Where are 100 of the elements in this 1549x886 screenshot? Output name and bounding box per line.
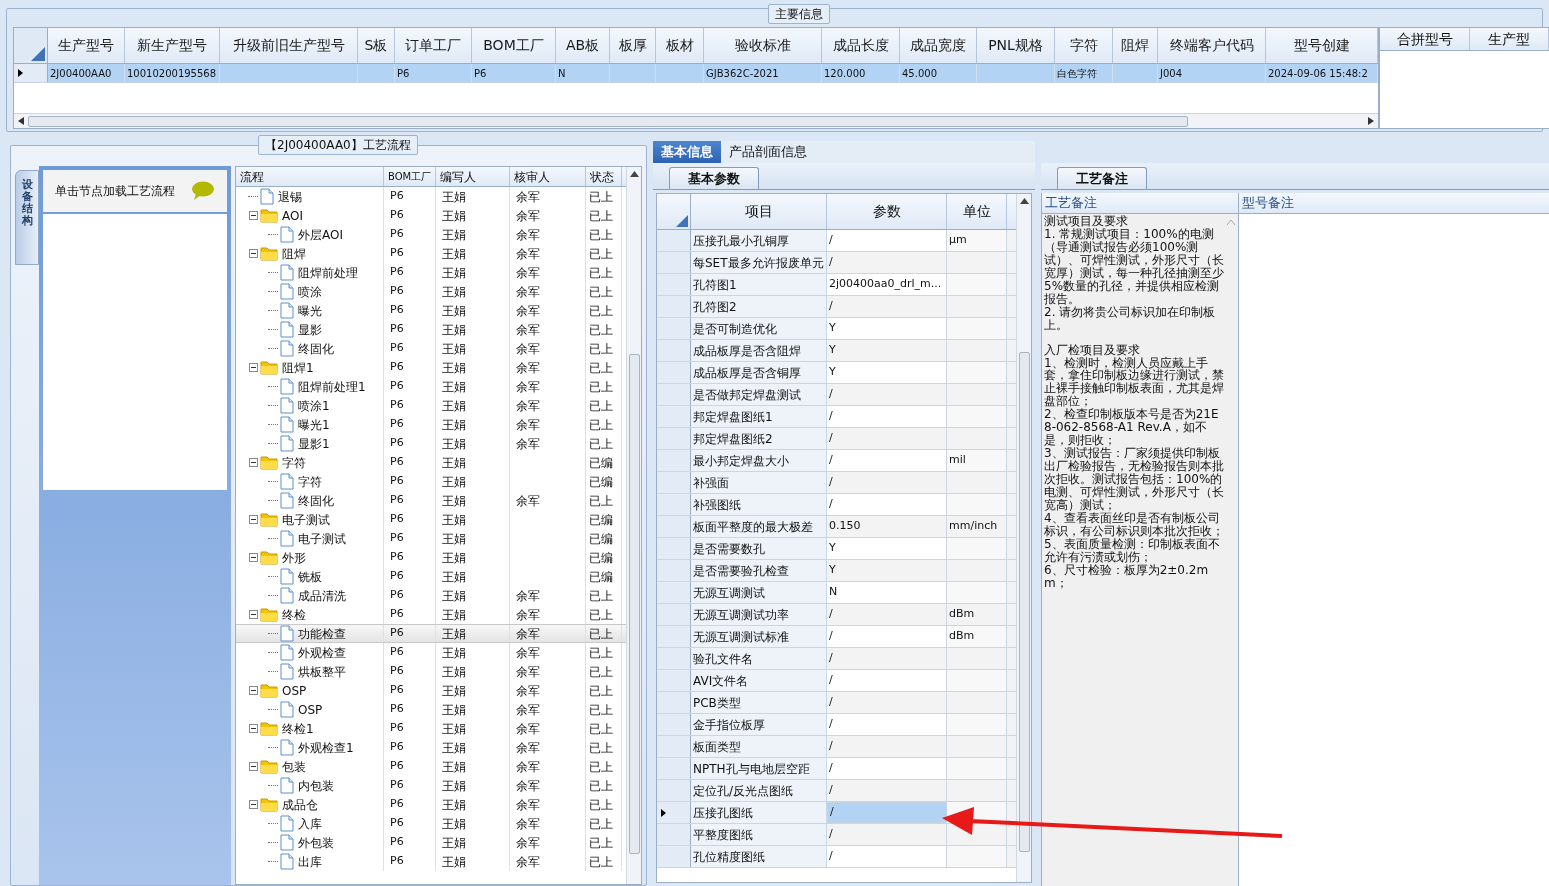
tree-row[interactable]: 字符 P6 王娟 已编 [236,453,626,472]
scroll-left-icon[interactable] [18,117,24,125]
column-header[interactable]: 单位 [947,194,1007,229]
column-header[interactable]: 成品长度 [822,28,900,63]
section-tab[interactable]: 基本参数 [669,167,759,189]
table-cell[interactable]: / [829,474,833,491]
column-header[interactable]: 验收标准 [704,28,822,63]
tree-row[interactable]: 终固化 P6 王娟 余军 已上 [236,339,626,358]
tree-row[interactable]: 字符 P6 王娟 已编 [236,472,626,491]
table-row[interactable]: 孔符图1 2j00400aa0_drl_m... [657,274,1016,296]
collapse-icon[interactable] [249,363,258,372]
tree-row[interactable]: 终检1 P6 王娟 余军 已上 [236,719,626,738]
select-all-corner[interactable] [14,28,48,63]
collapse-icon[interactable] [249,553,258,562]
table-row[interactable]: 孔位精度图纸 / [657,846,1016,868]
tree-row[interactable]: AOI P6 王娟 余军 已上 [236,206,626,225]
table-cell[interactable]: Y [829,540,836,557]
table-cell[interactable]: / [829,826,833,843]
table-row[interactable]: 无源互调测试标准 / dBm [657,626,1016,648]
table-row[interactable]: 压接孔最小孔铜厚 / μm [657,230,1016,252]
column-header[interactable]: AB板 [556,28,610,63]
table-cell[interactable]: / [829,232,833,249]
table-row[interactable]: 是否需要数孔 Y [657,538,1016,560]
collapse-icon[interactable] [249,610,258,619]
notes-text-area[interactable] [1042,214,1238,886]
tree-row[interactable]: 曝光 P6 王娟 余军 已上 [236,301,626,320]
table-row[interactable]: PCB类型 / [657,692,1016,714]
collapse-icon[interactable] [249,762,258,771]
column-header[interactable]: S板 [358,28,395,63]
collapse-icon[interactable] [249,800,258,809]
tree-row[interactable]: 成品清洗 P6 王娟 余军 已上 [236,586,626,605]
column-header[interactable]: BOM工厂 [472,28,556,63]
table-row[interactable]: 定位孔/反光点图纸 / [657,780,1016,802]
side-tab[interactable]: 设备结构 [15,170,39,265]
tree-row[interactable]: 外观检查1 P6 王娟 余军 已上 [236,738,626,757]
table-cell[interactable]: / [829,716,833,733]
table-cell[interactable]: / [829,738,833,755]
column-header[interactable]: 生产型 [1470,28,1549,50]
column-header[interactable]: 新生产型号 [125,28,220,63]
table-cell[interactable]: / [829,694,833,711]
tree-row[interactable]: 出库 P6 王娟 余军 已上 [236,852,626,871]
column-header[interactable]: 型号备注 [1239,193,1549,214]
scroll-up-icon[interactable] [629,171,639,177]
tree-row[interactable]: 入库 P6 王娟 余军 已上 [236,814,626,833]
scroll-right-icon[interactable] [1368,117,1374,125]
column-header[interactable]: 终端客户代码 [1158,28,1266,63]
column-header[interactable]: 项目 [691,194,827,229]
table-row[interactable]: NPTH孔与电地层空距 / [657,758,1016,780]
tab[interactable]: 产品剖面信息 [721,141,815,163]
tree-row[interactable]: 包装 P6 王娟 余军 已上 [236,757,626,776]
tree-row[interactable]: 外包装 P6 王娟 余军 已上 [236,833,626,852]
collapse-icon[interactable] [249,686,258,695]
table-row[interactable]: 补强面 / [657,472,1016,494]
table-cell[interactable]: Y [829,562,836,579]
table-row[interactable]: 每SET最多允许报废单元 / [657,252,1016,274]
table-cell[interactable]: / [829,650,833,667]
table-row[interactable]: 2J00400AA0 10010200195568 P6 P6 N GJB362C-2021 120.000 45.000 白色字符 J004 2024-09-06 15:48:2 [14,64,1378,83]
table-cell[interactable]: / [829,848,833,865]
table-cell[interactable]: 2j00400aa0_drl_m... [829,276,942,293]
tree-row[interactable]: 喷涂 P6 王娟 余军 已上 [236,282,626,301]
tree-row[interactable]: 阻焊 P6 王娟 余军 已上 [236,244,626,263]
tree-row[interactable]: 外形 P6 王娟 已编 [236,548,626,567]
tree-row[interactable]: 外层AOI P6 王娟 余军 已上 [236,225,626,244]
tree-row[interactable]: 成品仓 P6 王娟 余军 已上 [236,795,626,814]
table-cell[interactable]: / [829,760,833,777]
tree-row[interactable]: 烘板整平 P6 王娟 余军 已上 [236,662,626,681]
column-header[interactable]: 型号创建 [1266,28,1378,63]
table-cell[interactable]: N [829,584,838,601]
tab[interactable]: 基本信息 [653,141,721,163]
column-header[interactable]: 流程 [236,167,384,186]
table-cell[interactable]: / [829,254,833,271]
column-header[interactable]: 编写人 [436,167,510,186]
collapse-icon[interactable] [249,211,258,220]
table-cell[interactable]: / [829,606,833,623]
table-row[interactable]: 最小邦定焊盘大小 / mil [657,450,1016,472]
table-row[interactable]: 是否可制造优化 Y [657,318,1016,340]
tree-row[interactable]: 功能检查 P6 王娟 余军 已上 [236,624,626,643]
table-cell[interactable]: / [829,386,833,403]
table-row[interactable]: 验孔文件名 / [657,648,1016,670]
table-row[interactable]: 板面平整度的最大极差 0.150 mm/inch [657,516,1016,538]
table-cell[interactable]: Y [829,320,836,337]
column-header[interactable]: 参数 [827,194,947,229]
collapse-icon[interactable] [249,458,258,467]
tree-row[interactable]: 铣板 P6 王娟 已编 [236,567,626,586]
table-row[interactable]: 压接孔图纸 / [657,802,1016,824]
tree-row[interactable]: OSP P6 王娟 余军 已上 [236,681,626,700]
table-cell[interactable]: / [829,452,833,469]
column-header[interactable]: 工艺备注 [1042,193,1238,214]
table-row[interactable]: 邦定焊盘图纸2 / [657,428,1016,450]
table-row[interactable]: 邦定焊盘图纸1 / [657,406,1016,428]
table-row[interactable]: 平整度图纸 / [657,824,1016,846]
column-header[interactable]: 板材 [656,28,704,63]
table-row[interactable]: 补强图纸 / [657,494,1016,516]
tree-row[interactable]: 喷涂1 P6 王娟 余军 已上 [236,396,626,415]
table-row[interactable]: 成品板厚是否含阻焊 Y [657,340,1016,362]
tree-row[interactable]: 显影1 P6 王娟 余军 已上 [236,434,626,453]
table-row[interactable]: 无源互调测试 N [657,582,1016,604]
table-cell[interactable]: / [829,408,833,425]
tree-row[interactable]: 阻焊前处理1 P6 王娟 余军 已上 [236,377,626,396]
table-cell[interactable]: / [829,628,833,645]
